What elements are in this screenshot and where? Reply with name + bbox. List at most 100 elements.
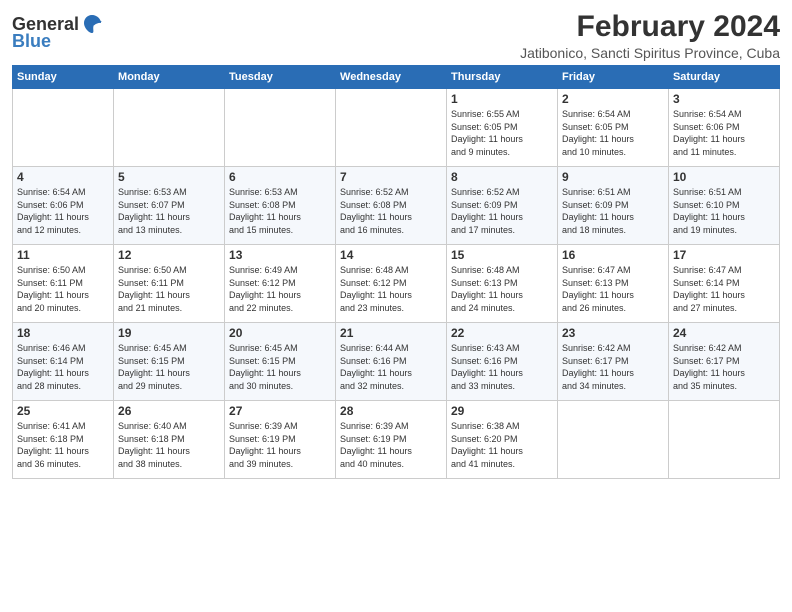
day-info: Sunrise: 6:50 AM Sunset: 6:11 PM Dayligh… bbox=[17, 264, 109, 314]
calendar-cell: 9 Sunrise: 6:51 AM Sunset: 6:09 PM Daylig… bbox=[557, 167, 668, 245]
calendar-cell: 7Sunrise: 6:52 AM Sunset: 6:08 PM Daylig… bbox=[336, 167, 447, 245]
day-info: Sunrise: 6:52 AM Sunset: 6:09 PM Dayligh… bbox=[451, 186, 553, 236]
day-number: 21 bbox=[340, 326, 442, 340]
day-info: Sunrise: 6:39 AM Sunset: 6:19 PM Dayligh… bbox=[340, 420, 442, 470]
day-number: 26 bbox=[118, 404, 220, 418]
calendar-cell bbox=[668, 401, 779, 479]
col-header-wednesday: Wednesday bbox=[336, 66, 447, 89]
day-info: Sunrise: 6:44 AM Sunset: 6:16 PM Dayligh… bbox=[340, 342, 442, 392]
day-info: Sunrise: 6:45 AM Sunset: 6:15 PM Dayligh… bbox=[118, 342, 220, 392]
week-row-0: 1 Sunrise: 6:55 AM Sunset: 6:05 PM Daylig… bbox=[13, 89, 780, 167]
day-info: Sunrise: 6:41 AM Sunset: 6:18 PM Dayligh… bbox=[17, 420, 109, 470]
calendar-cell: 4 Sunrise: 6:54 AM Sunset: 6:06 PM Daylig… bbox=[13, 167, 114, 245]
calendar-cell: 28Sunrise: 6:39 AM Sunset: 6:19 PM Dayli… bbox=[336, 401, 447, 479]
calendar-cell: 17 Sunrise: 6:47 AM Sunset: 6:14 PM Dayli… bbox=[668, 245, 779, 323]
day-number: 9 bbox=[562, 170, 664, 184]
day-number: 29 bbox=[451, 404, 553, 418]
day-info: Sunrise: 6:48 AM Sunset: 6:13 PM Dayligh… bbox=[451, 264, 553, 314]
week-row-2: 11 Sunrise: 6:50 AM Sunset: 6:11 PM Dayli… bbox=[13, 245, 780, 323]
week-row-1: 4 Sunrise: 6:54 AM Sunset: 6:06 PM Daylig… bbox=[13, 167, 780, 245]
day-info: Sunrise: 6:49 AM Sunset: 6:12 PM Dayligh… bbox=[229, 264, 331, 314]
calendar-cell: 29Sunrise: 6:38 AM Sunset: 6:20 PM Dayli… bbox=[447, 401, 558, 479]
logo: General Blue bbox=[12, 14, 103, 52]
calendar-cell: 18Sunrise: 6:46 AM Sunset: 6:14 PM Dayli… bbox=[13, 323, 114, 401]
calendar-cell: 16 Sunrise: 6:47 AM Sunset: 6:13 PM Dayli… bbox=[557, 245, 668, 323]
calendar-cell: 12Sunrise: 6:50 AM Sunset: 6:11 PM Dayli… bbox=[114, 245, 225, 323]
calendar-cell: 8 Sunrise: 6:52 AM Sunset: 6:09 PM Daylig… bbox=[447, 167, 558, 245]
day-number: 14 bbox=[340, 248, 442, 262]
day-info: Sunrise: 6:47 AM Sunset: 6:13 PM Dayligh… bbox=[562, 264, 664, 314]
day-number: 6 bbox=[229, 170, 331, 184]
day-number: 19 bbox=[118, 326, 220, 340]
calendar-cell: 3 Sunrise: 6:54 AM Sunset: 6:06 PM Daylig… bbox=[668, 89, 779, 167]
calendar-cell: 10Sunrise: 6:51 AM Sunset: 6:10 PM Dayli… bbox=[668, 167, 779, 245]
day-info: Sunrise: 6:54 AM Sunset: 6:06 PM Dayligh… bbox=[17, 186, 109, 236]
calendar-cell: 22 Sunrise: 6:43 AM Sunset: 6:16 PM Dayli… bbox=[447, 323, 558, 401]
day-number: 4 bbox=[17, 170, 109, 184]
day-number: 1 bbox=[451, 92, 553, 106]
day-info: Sunrise: 6:55 AM Sunset: 6:05 PM Dayligh… bbox=[451, 108, 553, 158]
calendar-cell: 21 Sunrise: 6:44 AM Sunset: 6:16 PM Dayli… bbox=[336, 323, 447, 401]
day-info: Sunrise: 6:51 AM Sunset: 6:09 PM Dayligh… bbox=[562, 186, 664, 236]
day-info: Sunrise: 6:54 AM Sunset: 6:05 PM Dayligh… bbox=[562, 108, 664, 158]
page-container: General Blue February 2024 Jatibonico, S… bbox=[0, 0, 792, 487]
col-header-monday: Monday bbox=[114, 66, 225, 89]
day-info: Sunrise: 6:42 AM Sunset: 6:17 PM Dayligh… bbox=[562, 342, 664, 392]
calendar-cell bbox=[336, 89, 447, 167]
day-info: Sunrise: 6:40 AM Sunset: 6:18 PM Dayligh… bbox=[118, 420, 220, 470]
calendar-cell: 11 Sunrise: 6:50 AM Sunset: 6:11 PM Dayli… bbox=[13, 245, 114, 323]
week-row-4: 25 Sunrise: 6:41 AM Sunset: 6:18 PM Dayli… bbox=[13, 401, 780, 479]
day-number: 17 bbox=[673, 248, 775, 262]
calendar-cell: 24Sunrise: 6:42 AM Sunset: 6:17 PM Dayli… bbox=[668, 323, 779, 401]
calendar-cell bbox=[557, 401, 668, 479]
calendar-cell: 14 Sunrise: 6:48 AM Sunset: 6:12 PM Dayli… bbox=[336, 245, 447, 323]
day-number: 25 bbox=[17, 404, 109, 418]
day-number: 20 bbox=[229, 326, 331, 340]
day-info: Sunrise: 6:54 AM Sunset: 6:06 PM Dayligh… bbox=[673, 108, 775, 158]
day-number: 8 bbox=[451, 170, 553, 184]
day-number: 7 bbox=[340, 170, 442, 184]
calendar-cell: 25 Sunrise: 6:41 AM Sunset: 6:18 PM Dayli… bbox=[13, 401, 114, 479]
day-number: 22 bbox=[451, 326, 553, 340]
calendar-cell: 13 Sunrise: 6:49 AM Sunset: 6:12 PM Dayli… bbox=[225, 245, 336, 323]
day-info: Sunrise: 6:48 AM Sunset: 6:12 PM Dayligh… bbox=[340, 264, 442, 314]
calendar-cell: 27 Sunrise: 6:39 AM Sunset: 6:19 PM Dayli… bbox=[225, 401, 336, 479]
day-number: 13 bbox=[229, 248, 331, 262]
col-header-sunday: Sunday bbox=[13, 66, 114, 89]
calendar-cell: 15 Sunrise: 6:48 AM Sunset: 6:13 PM Dayli… bbox=[447, 245, 558, 323]
col-header-friday: Friday bbox=[557, 66, 668, 89]
calendar-cell: 1 Sunrise: 6:55 AM Sunset: 6:05 PM Daylig… bbox=[447, 89, 558, 167]
day-number: 23 bbox=[562, 326, 664, 340]
col-header-thursday: Thursday bbox=[447, 66, 558, 89]
main-title: February 2024 bbox=[520, 10, 780, 43]
logo-blue-text: Blue bbox=[12, 31, 51, 52]
week-row-3: 18Sunrise: 6:46 AM Sunset: 6:14 PM Dayli… bbox=[13, 323, 780, 401]
day-info: Sunrise: 6:43 AM Sunset: 6:16 PM Dayligh… bbox=[451, 342, 553, 392]
calendar-table: SundayMondayTuesdayWednesdayThursdayFrid… bbox=[12, 65, 780, 479]
title-block: February 2024 Jatibonico, Sancti Spiritu… bbox=[520, 10, 780, 61]
day-number: 5 bbox=[118, 170, 220, 184]
day-number: 16 bbox=[562, 248, 664, 262]
calendar-cell: 26 Sunrise: 6:40 AM Sunset: 6:18 PM Dayli… bbox=[114, 401, 225, 479]
day-number: 27 bbox=[229, 404, 331, 418]
calendar-cell: 20Sunrise: 6:45 AM Sunset: 6:15 PM Dayli… bbox=[225, 323, 336, 401]
day-info: Sunrise: 6:42 AM Sunset: 6:17 PM Dayligh… bbox=[673, 342, 775, 392]
day-info: Sunrise: 6:53 AM Sunset: 6:07 PM Dayligh… bbox=[118, 186, 220, 236]
day-number: 3 bbox=[673, 92, 775, 106]
day-info: Sunrise: 6:39 AM Sunset: 6:19 PM Dayligh… bbox=[229, 420, 331, 470]
day-number: 2 bbox=[562, 92, 664, 106]
day-number: 11 bbox=[17, 248, 109, 262]
day-info: Sunrise: 6:46 AM Sunset: 6:14 PM Dayligh… bbox=[17, 342, 109, 392]
day-info: Sunrise: 6:50 AM Sunset: 6:11 PM Dayligh… bbox=[118, 264, 220, 314]
calendar-cell bbox=[13, 89, 114, 167]
calendar-cell: 23 Sunrise: 6:42 AM Sunset: 6:17 PM Dayli… bbox=[557, 323, 668, 401]
calendar-cell: 19 Sunrise: 6:45 AM Sunset: 6:15 PM Dayli… bbox=[114, 323, 225, 401]
header: General Blue February 2024 Jatibonico, S… bbox=[12, 10, 780, 61]
calendar-cell: 2 Sunrise: 6:54 AM Sunset: 6:05 PM Daylig… bbox=[557, 89, 668, 167]
day-info: Sunrise: 6:47 AM Sunset: 6:14 PM Dayligh… bbox=[673, 264, 775, 314]
day-info: Sunrise: 6:51 AM Sunset: 6:10 PM Dayligh… bbox=[673, 186, 775, 236]
subtitle: Jatibonico, Sancti Spiritus Province, Cu… bbox=[520, 45, 780, 61]
calendar-cell: 6Sunrise: 6:53 AM Sunset: 6:08 PM Daylig… bbox=[225, 167, 336, 245]
day-number: 15 bbox=[451, 248, 553, 262]
logo-icon bbox=[81, 13, 103, 35]
